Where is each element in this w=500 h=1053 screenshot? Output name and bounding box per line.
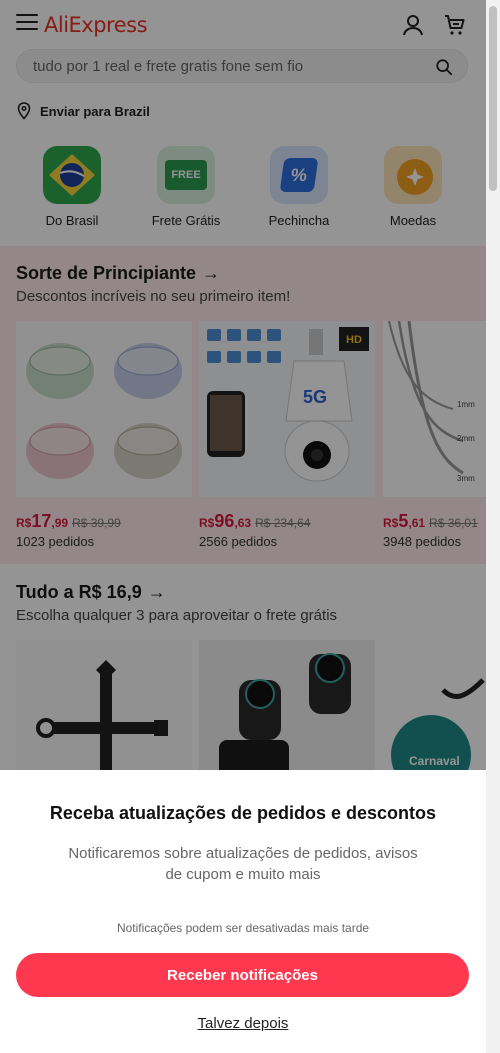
maybe-later-link[interactable]: Talvez depois	[0, 1015, 486, 1032]
page: AliExpress tudo por 1 real e frete grati…	[0, 0, 486, 1053]
scrollbar[interactable]	[486, 0, 500, 1053]
modal-backdrop[interactable]	[0, 0, 486, 770]
sheet-title: Receba atualizações de pedidos e descont…	[49, 803, 437, 823]
notification-permission-sheet: Receba atualizações de pedidos e descont…	[0, 770, 486, 1053]
sheet-note: Notificações podem ser desativadas mais …	[116, 921, 370, 935]
scrollbar-thumb[interactable]	[489, 6, 497, 191]
receive-notifications-button[interactable]: Receber notificações	[16, 953, 469, 997]
sheet-description: Notificaremos sobre atualizações de pedi…	[68, 845, 418, 883]
